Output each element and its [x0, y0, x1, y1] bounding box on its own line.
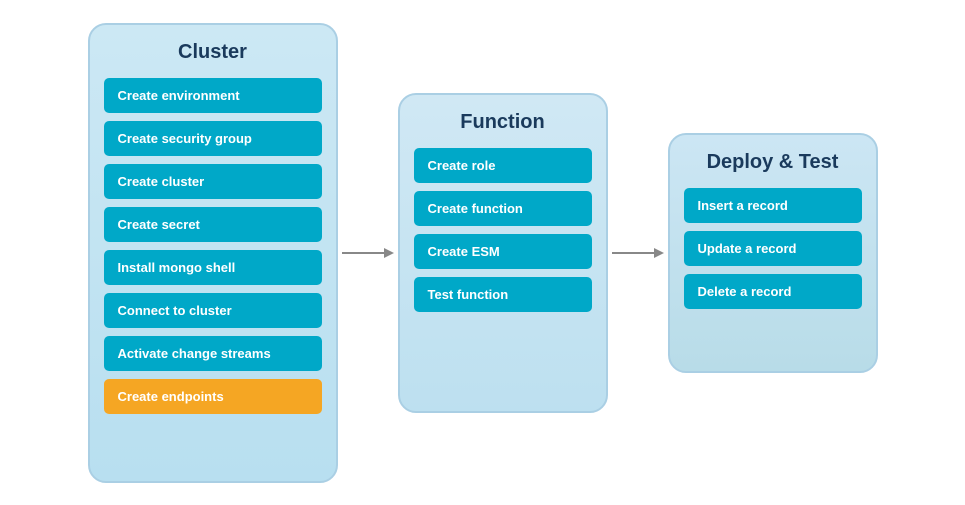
deploy-item-insert-record[interactable]: Insert a record	[684, 188, 862, 223]
deploy-panel: Deploy & Test Insert a record Update a r…	[668, 133, 878, 373]
diagram-container: Cluster Create environment Create securi…	[68, 3, 898, 503]
cluster-item-install-mongo-shell[interactable]: Install mongo shell	[104, 250, 322, 285]
function-item-create-esm[interactable]: Create ESM	[414, 234, 592, 269]
cluster-item-create-endpoints[interactable]: Create endpoints	[104, 379, 322, 414]
cluster-panel-title: Cluster	[178, 41, 247, 64]
deploy-panel-title: Deploy & Test	[707, 151, 839, 174]
cluster-item-create-cluster[interactable]: Create cluster	[104, 164, 322, 199]
function-item-create-role[interactable]: Create role	[414, 148, 592, 183]
cluster-item-create-secret[interactable]: Create secret	[104, 207, 322, 242]
deploy-item-delete-record[interactable]: Delete a record	[684, 274, 862, 309]
arrow-cluster-to-function	[338, 238, 398, 268]
cluster-item-create-environment[interactable]: Create environment	[104, 78, 322, 113]
arrow-function-to-deploy	[608, 238, 668, 268]
deploy-item-update-record[interactable]: Update a record	[684, 231, 862, 266]
arrow-2-svg	[610, 238, 665, 268]
deploy-items-list: Insert a record Update a record Delete a…	[684, 188, 862, 309]
function-items-list: Create role Create function Create ESM T…	[414, 148, 592, 312]
cluster-item-activate-change-streams[interactable]: Activate change streams	[104, 336, 322, 371]
cluster-item-connect-to-cluster[interactable]: Connect to cluster	[104, 293, 322, 328]
cluster-item-create-security-group[interactable]: Create security group	[104, 121, 322, 156]
function-item-create-function[interactable]: Create function	[414, 191, 592, 226]
function-item-test-function[interactable]: Test function	[414, 277, 592, 312]
cluster-panel: Cluster Create environment Create securi…	[88, 23, 338, 483]
arrow-1-svg	[340, 238, 395, 268]
cluster-items-list: Create environment Create security group…	[104, 78, 322, 414]
function-panel-title: Function	[460, 111, 544, 134]
function-panel: Function Create role Create function Cre…	[398, 93, 608, 413]
